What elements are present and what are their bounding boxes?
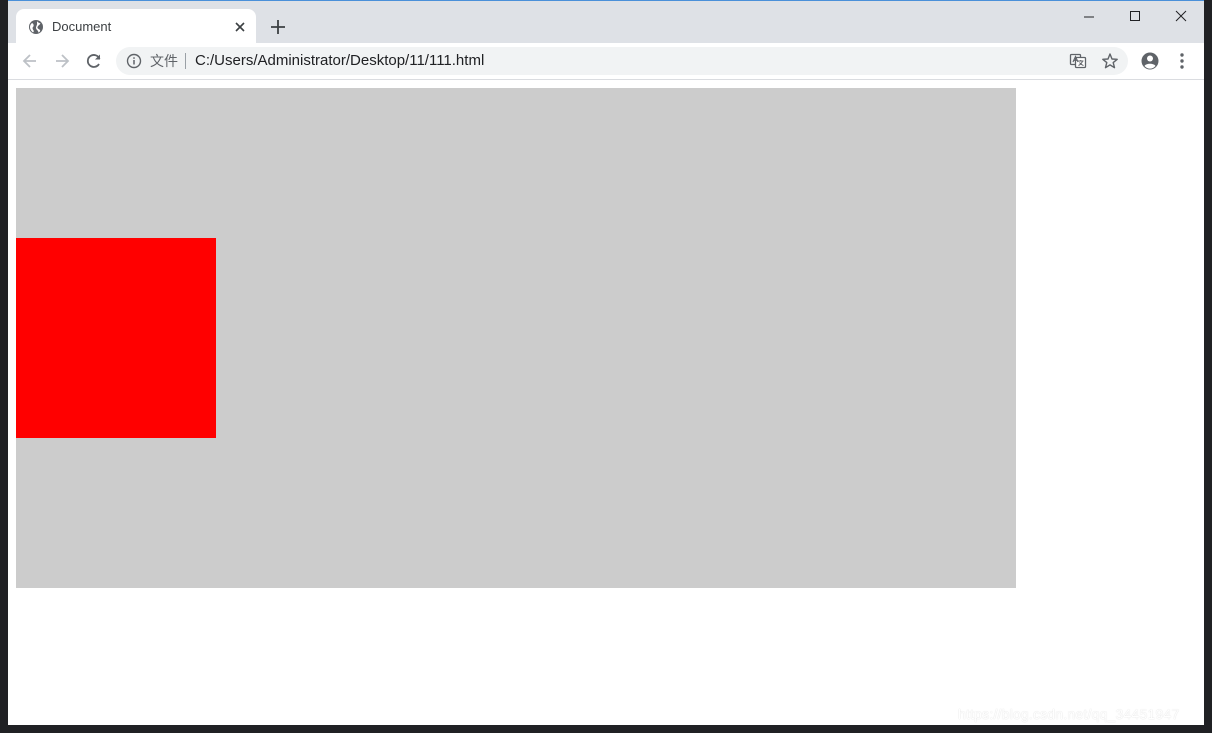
url-text[interactable]: C:/Users/Administrator/Desktop/11/111.ht…	[195, 53, 484, 69]
translate-icon[interactable]	[1069, 52, 1087, 70]
star-icon[interactable]	[1101, 52, 1119, 70]
reload-icon[interactable]	[84, 51, 104, 71]
toolbar: 文件 C:/Users/Administrator/Desktop/11/111…	[8, 43, 1204, 80]
globe-icon	[28, 19, 44, 35]
window-close-icon[interactable]	[1159, 3, 1203, 31]
account-circle-icon[interactable]	[1140, 51, 1160, 71]
minimize-icon[interactable]	[1067, 3, 1111, 31]
maximize-icon[interactable]	[1113, 3, 1157, 31]
scheme-label: 文件	[150, 53, 178, 69]
browser-window: Document 文件 C:/Users/Administrator/Deskt…	[8, 0, 1204, 725]
more-vert-icon[interactable]	[1174, 51, 1190, 71]
url-divider	[185, 53, 186, 69]
red-box	[16, 238, 216, 438]
gray-container	[16, 88, 1016, 588]
watermark-text: https://blog.csdn.net/qq_34451947	[958, 706, 1180, 722]
info-icon[interactable]	[126, 53, 142, 69]
close-icon[interactable]	[232, 19, 248, 35]
tab-document[interactable]: Document	[16, 9, 256, 44]
tab-strip: Document	[8, 0, 1204, 44]
page-viewport: https://blog.csdn.net/qq_34451947	[8, 80, 1204, 725]
address-bar[interactable]: 文件 C:/Users/Administrator/Desktop/11/111…	[116, 47, 1128, 75]
new-tab-button[interactable]	[268, 17, 288, 37]
arrow-right-icon[interactable]	[52, 51, 72, 71]
tab-title: Document	[52, 19, 112, 34]
arrow-left-icon[interactable]	[20, 51, 40, 71]
